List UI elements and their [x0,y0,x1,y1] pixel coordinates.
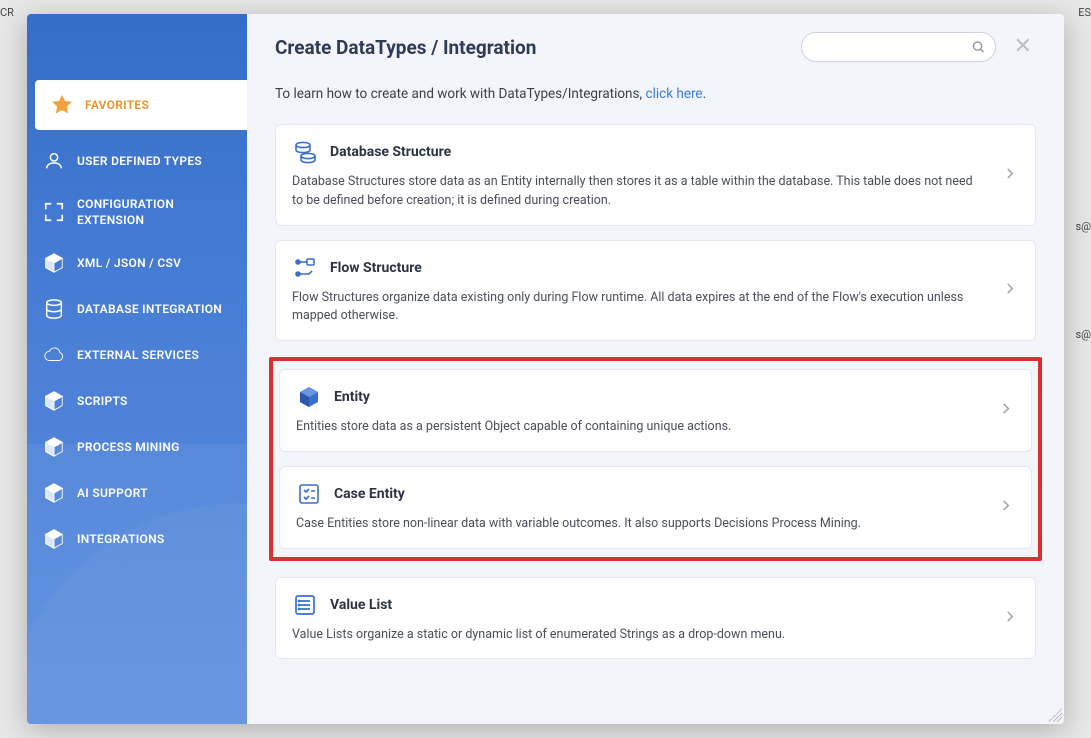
card-desc: Value Lists organize a static or dynamic… [292,626,985,645]
cube-icon [43,252,65,274]
card-desc: Flow Structures organize data existing o… [292,289,985,327]
card-title: Entity [334,389,370,405]
card-desc: Case Entities store non-linear data with… [296,515,981,534]
cube-icon [43,436,65,458]
sidebar-item-ai-support[interactable]: AI SUPPORT [27,470,247,516]
sidebar-item-database-integration[interactable]: DATABASE INTEGRATION [27,286,247,332]
cube-icon [43,482,65,504]
star-icon [51,94,73,116]
chevron-right-icon [1003,281,1017,300]
card-database-structure[interactable]: Database Structure Database Structures s… [275,124,1036,226]
sidebar-item-label: CONFIGURATION EXTENSION [77,196,231,228]
sidebar-item-label: PROCESS MINING [77,439,180,455]
sidebar-item-user-defined-types[interactable]: USER DEFINED TYPES [27,138,247,184]
chevron-right-icon [1003,608,1017,627]
bg-text-left: CR [0,6,14,19]
intro-text: To learn how to create and work with Dat… [275,86,1036,102]
list-icon [292,592,318,618]
create-datatypes-modal: FAVORITES USER DEFINED TYPES CONFIGURATI… [27,14,1064,724]
database-icon [43,298,65,320]
bg-text-s2: s@ [1075,328,1091,341]
card-title: Flow Structure [330,260,422,276]
card-entity[interactable]: Entity Entities store data as a persiste… [279,369,1032,452]
resize-handle[interactable] [1048,708,1062,722]
main-panel: Create DataTypes / Integration ✕ To lear… [247,14,1064,724]
intro-link[interactable]: click here [646,86,703,102]
highlight-annotation: Entity Entities store data as a persiste… [269,357,1042,561]
card-title: Case Entity [334,486,405,502]
sidebar-item-integrations[interactable]: INTEGRATIONS [27,516,247,562]
sidebar-item-label: EXTERNAL SERVICES [77,347,199,363]
sidebar: FAVORITES USER DEFINED TYPES CONFIGURATI… [27,14,247,724]
card-value-list[interactable]: Value List Value Lists organize a static… [275,577,1036,660]
cloud-icon [43,344,65,366]
sidebar-item-label: SCRIPTS [77,393,128,409]
cube-icon [43,528,65,550]
card-desc: Entities store data as a persistent Obje… [296,418,981,437]
chevron-right-icon [1003,165,1017,184]
sidebar-item-label: AI SUPPORT [77,485,148,501]
search-input[interactable] [801,32,996,62]
header: Create DataTypes / Integration ✕ [275,32,1036,62]
cube-icon [43,390,65,412]
sidebar-item-xml-json-csv[interactable]: XML / JSON / CSV [27,240,247,286]
sidebar-item-label: XML / JSON / CSV [77,255,181,271]
chevron-right-icon [999,401,1013,420]
card-flow-structure[interactable]: Flow Structure Flow Structures organize … [275,240,1036,342]
sidebar-item-process-mining[interactable]: PROCESS MINING [27,424,247,470]
sidebar-item-external-services[interactable]: EXTERNAL SERVICES [27,332,247,378]
card-title: Database Structure [330,144,451,160]
bg-text-right: ES [1078,6,1091,19]
close-button[interactable]: ✕ [1010,34,1036,60]
card-list: Database Structure Database Structures s… [275,124,1036,659]
card-case-entity[interactable]: Case Entity Case Entities store non-line… [279,466,1032,549]
sidebar-item-favorites[interactable]: FAVORITES [35,80,247,130]
intro-prefix: To learn how to create and work with Dat… [275,86,646,102]
cube3d-icon [296,384,322,410]
flow-icon [292,255,318,281]
bg-text-s1: s@ [1075,220,1091,233]
search-box [801,32,996,62]
search-icon[interactable] [971,40,986,55]
intro-suffix: . [703,86,707,102]
database-layers-icon [292,139,318,165]
user-icon [43,150,65,172]
sidebar-item-scripts[interactable]: SCRIPTS [27,378,247,424]
card-desc: Database Structures store data as an Ent… [292,173,985,211]
sidebar-item-label: FAVORITES [85,97,149,113]
sidebar-item-configuration-extension[interactable]: CONFIGURATION EXTENSION [27,184,247,240]
expand-icon [43,201,65,223]
checklist-icon [296,481,322,507]
sidebar-item-label: INTEGRATIONS [77,531,165,547]
chevron-right-icon [999,498,1013,517]
sidebar-item-label: DATABASE INTEGRATION [77,301,222,317]
page-title: Create DataTypes / Integration [275,36,536,59]
sidebar-item-label: USER DEFINED TYPES [77,153,202,169]
card-title: Value List [330,597,392,613]
